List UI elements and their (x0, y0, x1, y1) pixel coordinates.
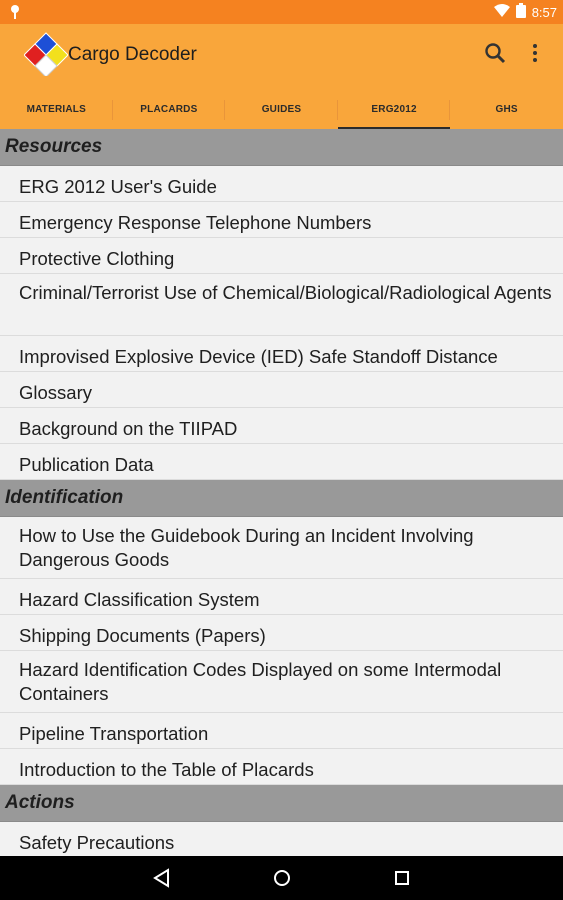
section-header-identification: Identification (0, 480, 563, 517)
search-icon[interactable] (482, 40, 508, 66)
home-icon[interactable] (270, 866, 294, 890)
list-item[interactable]: Glossary (0, 372, 563, 408)
back-icon[interactable] (150, 866, 174, 890)
list-item[interactable]: ERG 2012 User's Guide (0, 166, 563, 202)
hazard-diamond-logo (23, 32, 69, 78)
guide-list[interactable]: Resources ERG 2012 User's Guide Emergenc… (0, 129, 563, 856)
section-header-resources: Resources (0, 129, 563, 166)
navigation-bar (0, 856, 563, 900)
tab-placards[interactable]: PLACARDS (113, 90, 226, 129)
wifi-icon (493, 3, 510, 21)
battery-icon (515, 3, 526, 21)
list-item[interactable]: Criminal/Terrorist Use of Chemical/Biolo… (0, 274, 563, 336)
status-bar: 8:57 (0, 0, 563, 24)
list-item[interactable]: Shipping Documents (Papers) (0, 615, 563, 651)
app-title: Cargo Decoder (68, 44, 197, 65)
tab-guides[interactable]: GUIDES (225, 90, 338, 129)
more-options-icon[interactable] (522, 40, 548, 66)
tab-materials[interactable]: MATERIALS (0, 90, 113, 129)
list-item[interactable]: Safety Precautions (0, 822, 563, 856)
app-bar: Cargo Decoder MATERIALS PLACARDS GUIDES … (0, 24, 563, 129)
list-item[interactable]: Protective Clothing (0, 238, 563, 274)
tab-bar: MATERIALS PLACARDS GUIDES ERG2012 GHS (0, 90, 563, 129)
list-item[interactable]: Emergency Response Telephone Numbers (0, 202, 563, 238)
tab-ghs[interactable]: GHS (450, 90, 563, 129)
clock-time: 8:57 (531, 4, 557, 20)
notification-icon (9, 4, 21, 25)
list-item[interactable]: Pipeline Transportation (0, 713, 563, 749)
list-item[interactable]: How to Use the Guidebook During an Incid… (0, 517, 563, 579)
list-item[interactable]: Introduction to the Table of Placards (0, 749, 563, 785)
list-item[interactable]: Hazard Identification Codes Displayed on… (0, 651, 563, 713)
list-item[interactable]: Background on the TIIPAD (0, 408, 563, 444)
list-item[interactable]: Improvised Explosive Device (IED) Safe S… (0, 336, 563, 372)
list-item[interactable]: Publication Data (0, 444, 563, 480)
list-item[interactable]: Hazard Classification System (0, 579, 563, 615)
recent-apps-icon[interactable] (390, 866, 414, 890)
section-header-actions: Actions (0, 785, 563, 822)
tab-erg2012[interactable]: ERG2012 (337, 90, 451, 129)
